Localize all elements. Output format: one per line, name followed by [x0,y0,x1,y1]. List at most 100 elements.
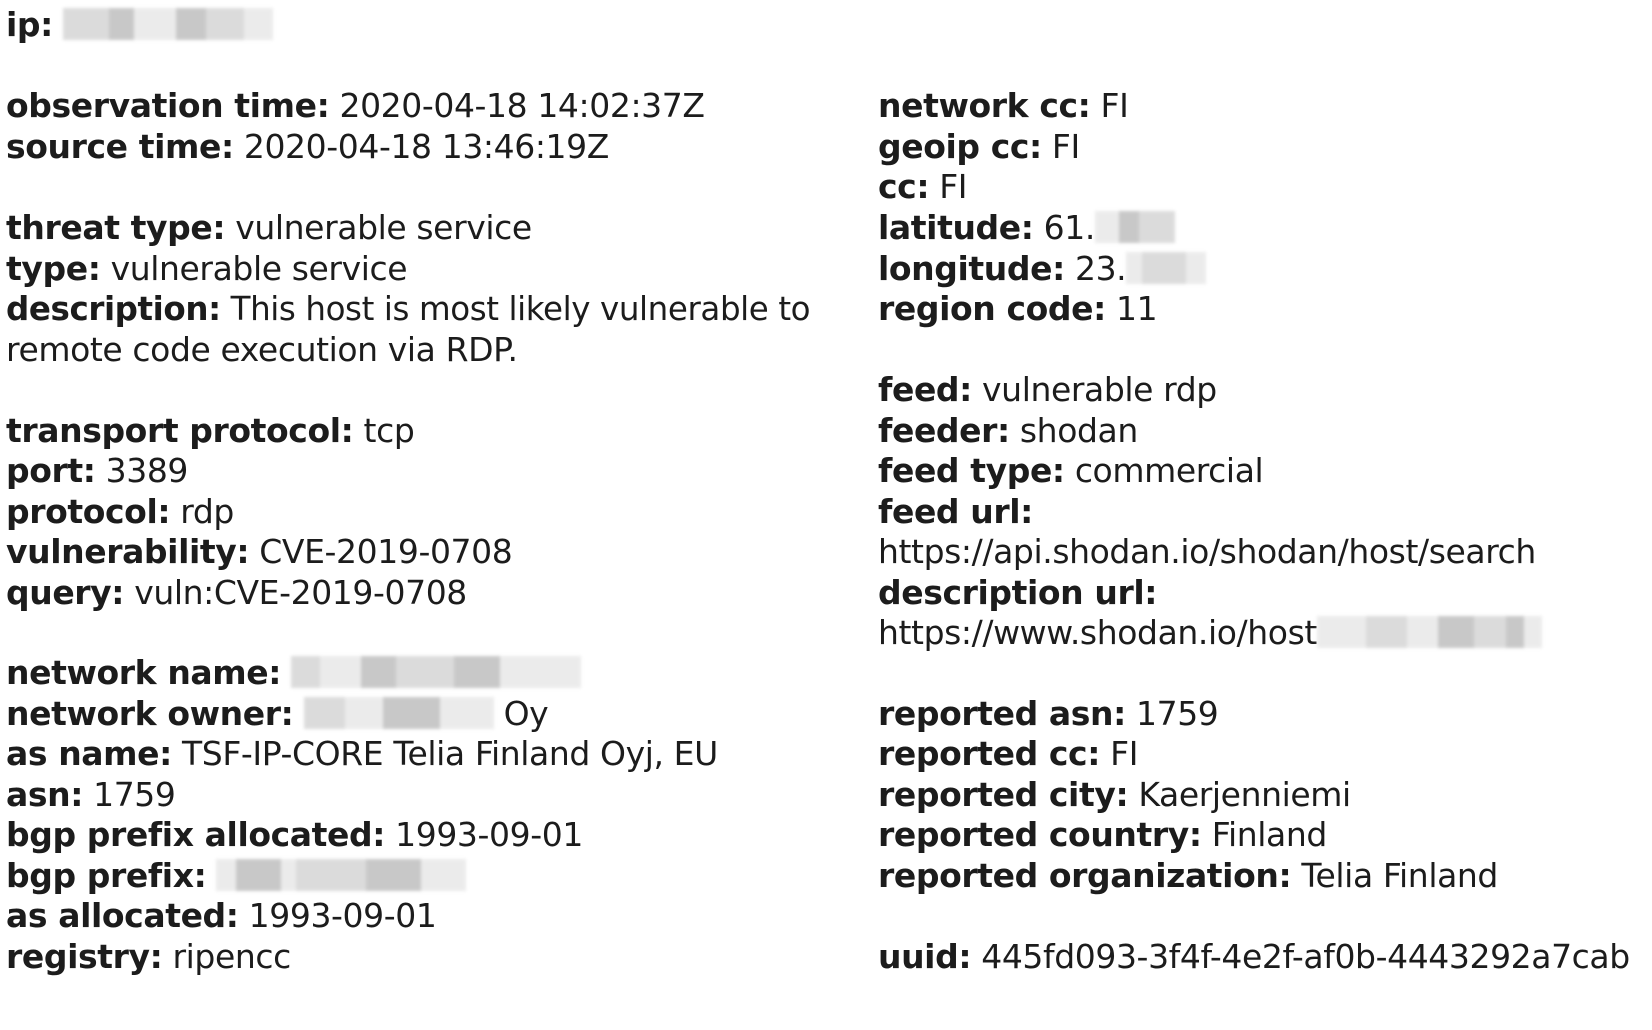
latitude-redacted-digits [1094,210,1175,243]
reported-asn-value: 1759 [1136,694,1219,733]
as-name-value: TSF-IP-CORE Telia Finland Oyj, EU [182,734,718,773]
observation-time-label: observation time: [6,86,330,125]
transport-protocol-label: transport protocol: [6,411,354,450]
bgp-prefix-row: bgp prefix: [6,855,467,897]
ip-label: ip: [6,5,53,44]
reported-country-label: reported country: [878,815,1202,854]
observation-time-row: observation time: 2020-04-18 14:02:37Z [6,85,705,127]
reported-asn-row: reported asn: 1759 [878,693,1219,735]
as-name-row: as name: TSF-IP-CORE Telia Finland Oyj, … [6,733,718,775]
longitude-redacted-digits [1126,251,1207,284]
registry-value: ripencc [172,937,291,976]
geoip-cc-value: FI [1051,127,1080,166]
query-row: query: vuln:CVE-2019-0708 [6,572,467,614]
type-value: vulnerable service [110,249,408,288]
port-row: port: 3389 [6,450,188,492]
bgp-prefix-allocated-label: bgp prefix allocated: [6,815,386,854]
feed-type-label: feed type: [878,451,1065,490]
registry-row: registry: ripencc [6,936,291,978]
description-label: description: [6,290,221,328]
vulnerability-label: vulnerability: [6,532,250,571]
network-owner-label: network owner: [6,694,294,733]
type-row: type: vulnerable service [6,248,408,290]
longitude-row: longitude: 23. [878,248,1207,290]
query-value: vuln:CVE-2019-0708 [134,573,467,612]
region-code-value: 11 [1115,289,1158,328]
network-owner-suffix: Oy [503,694,549,733]
protocol-row: protocol: rdp [6,491,234,533]
asn-row: asn: 1759 [6,774,176,816]
feed-url-label: feed url: [878,492,1033,531]
reported-organization-value: Telia Finland [1301,856,1498,895]
reported-country-value: Finland [1211,815,1328,854]
feed-row: feed: vulnerable rdp [878,369,1217,411]
uuid-label: uuid: [878,937,972,976]
bgp-prefix-allocated-value: 1993-09-01 [395,815,583,854]
geoip-cc-label: geoip cc: [878,127,1042,166]
feeder-row: feeder: shodan [878,410,1138,452]
bgp-prefix-label: bgp prefix: [6,856,207,895]
network-name-row: network name: [6,652,582,694]
protocol-label: protocol: [6,492,171,531]
protocol-value: rdp [180,492,234,531]
vulnerability-value: CVE-2019-0708 [259,532,513,571]
reported-city-label: reported city: [878,775,1129,814]
source-time-label: source time: [6,127,234,166]
reported-city-value: Kaerjenniemi [1138,775,1351,814]
uuid-row: uuid: 445fd093-3f4f-4e2f-af0b-4443292a7c… [878,936,1630,978]
uuid-value: 445fd093-3f4f-4e2f-af0b-4443292a7cab [981,937,1630,976]
geoip-cc-row: geoip cc: FI [878,126,1080,168]
description-url-value-row: https://www.shodan.io/host [878,612,1542,654]
reported-organization-row: reported organization: Telia Finland [878,855,1498,897]
feed-url-value-row: https://api.shodan.io/shodan/host/search [878,531,1536,573]
port-label: port: [6,451,96,490]
network-cc-label: network cc: [878,86,1091,125]
vulnerability-row: vulnerability: CVE-2019-0708 [6,531,513,573]
reported-cc-row: reported cc: FI [878,733,1138,775]
transport-protocol-row: transport protocol: tcp [6,410,415,452]
cc-label: cc: [878,167,930,206]
threat-type-value: vulnerable service [235,208,532,247]
bgp-prefix-redacted-value [216,858,467,891]
network-owner-redacted-value [303,696,494,729]
observation-time-value: 2020-04-18 14:02:37Z [339,86,705,125]
query-label: query: [6,573,125,612]
ip-row: ip: [6,4,273,46]
reported-city-row: reported city: Kaerjenniemi [878,774,1351,816]
description-url-row: description url: [878,572,1157,614]
description-value-line2: remote code execution via RDP. [6,330,518,369]
description-url-redacted-suffix [1316,615,1542,648]
longitude-label: longitude: [878,249,1065,288]
reported-cc-label: reported cc: [878,734,1101,773]
threat-type-label: threat type: [6,208,226,247]
description-url-label: description url: [878,573,1158,612]
feed-label: feed: [878,370,972,409]
threat-type-row: threat type: vulnerable service [6,207,532,249]
type-label: type: [6,249,101,288]
cc-row: cc: FI [878,166,968,208]
cc-value: FI [939,167,968,206]
feed-type-row: feed type: commercial [878,450,1264,492]
as-name-label: as name: [6,734,172,773]
feeder-label: feeder: [878,411,1010,450]
registry-label: registry: [6,937,163,976]
asn-value: 1759 [93,775,176,814]
network-name-redacted-value [291,655,582,688]
port-value: 3389 [105,451,189,490]
network-owner-row: network owner: Oy [6,693,549,735]
ip-redacted-value [63,7,273,40]
network-name-label: network name: [6,653,282,692]
latitude-value-prefix: 61. [1043,208,1096,247]
network-cc-value: FI [1100,86,1129,125]
description-row: description: This host is most likely vu… [6,288,811,330]
latitude-row: latitude: 61. [878,207,1175,249]
asn-label: asn: [6,775,84,814]
reported-country-row: reported country: Finland [878,814,1327,856]
feed-url-row: feed url: [878,491,1033,533]
latitude-label: latitude: [878,208,1034,247]
source-time-row: source time: 2020-04-18 13:46:19Z [6,126,609,168]
source-time-value: 2020-04-18 13:46:19Z [243,127,609,166]
feed-type-value: commercial [1074,451,1264,490]
description-continuation: remote code execution via RDP. [6,329,518,371]
description-value-line1: This host is most likely vulnerable to [230,290,811,328]
